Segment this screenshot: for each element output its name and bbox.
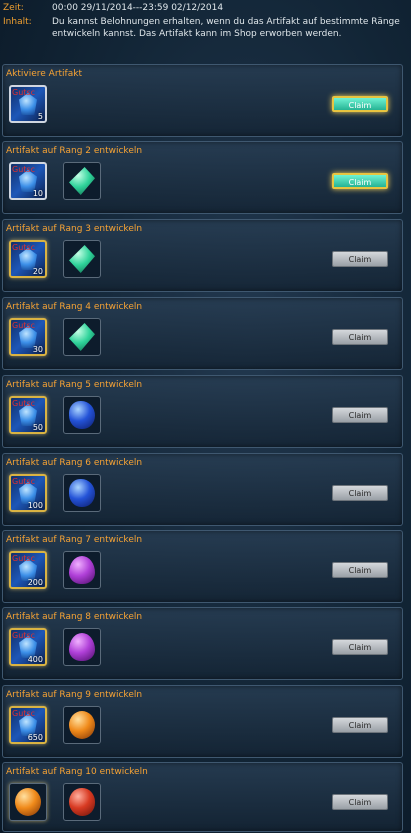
reward-item-slot[interactable] [63,628,101,666]
voucher-tag: Gutsc [12,554,35,563]
green-crystal-icon [69,167,95,195]
voucher-tag: Gutsc [12,477,35,486]
orange-crystal-icon [69,711,95,739]
event-header: Zeit: 00:00 29/11/2014---23:59 02/12/201… [0,0,411,58]
purple-crystal-icon [69,556,95,584]
voucher-slot[interactable]: Gutsc 100 [9,474,47,512]
green-crystal-icon [69,323,95,351]
green-crystal-icon [69,245,95,273]
voucher-count: 20 [32,267,43,276]
voucher-slot[interactable]: Gutsc 5 [9,85,47,123]
reward-row: Artifakt auf Rang 6 entwickeln Gutsc 100 Cl… [2,453,403,526]
claim-button[interactable]: Claim [332,562,388,578]
voucher-tag: Gutsc [12,88,35,97]
reward-item-slot[interactable] [63,474,101,512]
claim-button[interactable]: Claim [332,794,388,810]
voucher-slot[interactable]: Gutsc 30 [9,318,47,356]
reward-row: Aktiviere Artifakt Gutsc 5 Claim [2,64,403,137]
claim-button[interactable]: Claim [332,639,388,655]
row-title: Artifakt auf Rang 4 entwickeln [6,302,143,312]
voucher-tag: Gutsc [12,399,35,408]
claim-button[interactable]: Claim [332,251,388,267]
reward-row: Artifakt auf Rang 9 entwickeln Gutsc 650 Cl… [2,685,403,758]
voucher-slot[interactable]: Gutsc 50 [9,396,47,434]
time-label: Zeit: [3,3,24,13]
voucher-count: 100 [27,501,43,510]
reward-row: Artifakt auf Rang 2 entwickeln Gutsc 10 Cla… [2,141,403,214]
row-title: Artifakt auf Rang 7 entwickeln [6,535,143,545]
voucher-tag: Gutsc [12,243,35,252]
claim-button[interactable]: Claim [332,173,388,189]
reward-item-slot[interactable] [63,318,101,356]
claim-button[interactable]: Claim [332,485,388,501]
reward-item-slot[interactable] [63,240,101,278]
voucher-count: 50 [32,423,43,432]
row-title: Artifakt auf Rang 6 entwickeln [6,458,143,468]
voucher-tag: Gutsc [12,709,35,718]
voucher-slot[interactable]: Gutsc 400 [9,628,47,666]
reward-item-slot[interactable] [63,162,101,200]
reward-row: Artifakt auf Rang 4 entwickeln Gutsc 30 Cla… [2,297,403,370]
claim-button[interactable]: Claim [332,407,388,423]
voucher-slot[interactable] [9,783,47,821]
content-label: Inhalt: [3,17,32,27]
row-title: Artifakt auf Rang 2 entwickeln [6,146,143,156]
voucher-count: 650 [27,733,43,742]
voucher-slot[interactable]: Gutsc 650 [9,706,47,744]
row-title: Artifakt auf Rang 8 entwickeln [6,612,143,622]
voucher-slot[interactable]: Gutsc 20 [9,240,47,278]
row-title: Artifakt auf Rang 5 entwickeln [6,380,143,390]
red-crystal-icon [69,788,95,816]
reward-item-slot[interactable] [63,396,101,434]
voucher-tag: Gutsc [12,165,35,174]
row-title: Aktiviere Artifakt [6,69,82,79]
claim-button[interactable]: Claim [332,96,388,112]
orange-orb-icon [15,788,41,816]
reward-row: Artifakt auf Rang 8 entwickeln Gutsc 400 Cl… [2,607,403,680]
content-value: Du kannst Belohnungen erhalten, wenn du … [52,17,400,39]
reward-item-slot[interactable] [63,783,101,821]
voucher-count: 5 [37,112,43,121]
reward-row: Artifakt auf Rang 7 entwickeln Gutsc 200 Cl… [2,530,403,603]
voucher-tag: Gutsc [12,321,35,330]
voucher-count: 200 [27,578,43,587]
blue-crystal-icon [69,401,95,429]
reward-item-slot[interactable] [63,706,101,744]
purple-crystal-icon [69,633,95,661]
voucher-count: 10 [32,189,43,198]
voucher-slot[interactable]: Gutsc 200 [9,551,47,589]
voucher-slot[interactable]: Gutsc 10 [9,162,47,200]
blue-crystal-icon [69,479,95,507]
reward-row: Artifakt auf Rang 10 entwickeln Claim [2,762,403,832]
reward-item-slot[interactable] [63,551,101,589]
voucher-count: 400 [27,655,43,664]
reward-row: Artifakt auf Rang 5 entwickeln Gutsc 50 Cla… [2,375,403,448]
time-value: 00:00 29/11/2014---23:59 02/12/2014 [52,3,224,13]
claim-button[interactable]: Claim [332,329,388,345]
reward-row: Artifakt auf Rang 3 entwickeln Gutsc 20 Cla… [2,219,403,292]
row-title: Artifakt auf Rang 9 entwickeln [6,690,143,700]
voucher-tag: Gutsc [12,631,35,640]
row-title: Artifakt auf Rang 3 entwickeln [6,224,143,234]
row-title: Artifakt auf Rang 10 entwickeln [6,767,148,777]
voucher-count: 30 [32,345,43,354]
claim-button[interactable]: Claim [332,717,388,733]
